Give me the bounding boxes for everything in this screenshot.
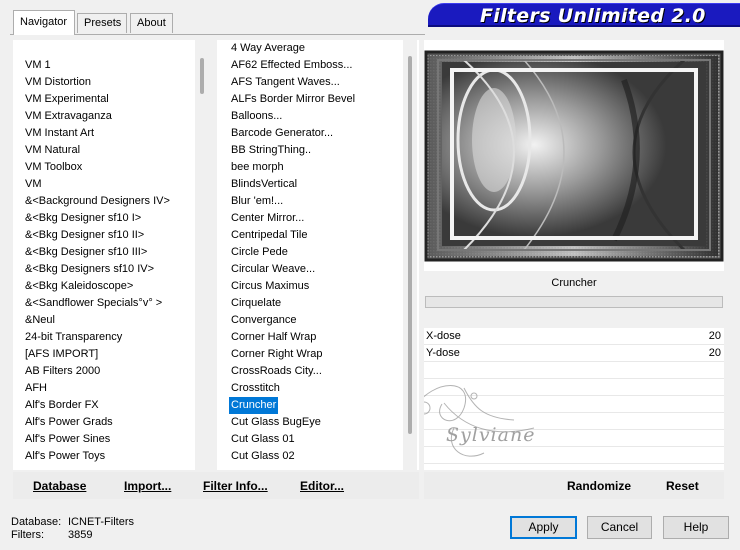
progress-bar (425, 296, 723, 308)
preview-filter-name: Cruncher (551, 277, 597, 289)
tab-navigator[interactable]: Navigator (13, 10, 75, 35)
filter-list-item[interactable]: BlindsVertical (229, 176, 299, 193)
filter-list-item[interactable]: Blur 'em!... (229, 193, 285, 210)
filter-list-item[interactable]: Crosstitch (229, 380, 282, 397)
filter-scrollbar[interactable] (403, 40, 417, 470)
filter-list-item[interactable]: Barcode Generator... (229, 125, 335, 142)
filters-status-value: 3859 (68, 529, 93, 541)
param-row-x-dose[interactable]: X-dose 20 (424, 328, 724, 345)
category-list-item[interactable]: VM Distortion (23, 74, 93, 91)
param-row-y-dose[interactable]: Y-dose 20 (424, 345, 724, 362)
param-label-y-dose: Y-dose (426, 347, 460, 359)
watermark-text: Sylviane (446, 424, 536, 446)
filter-list-item[interactable]: Corner Right Wrap (229, 346, 325, 363)
category-list[interactable]: VM 1 VM Distortion VM Experimental VM Extra… (13, 40, 209, 470)
filter-list-item[interactable]: Center Mirror... (229, 210, 306, 227)
database-status-value: ICNET-Filters (68, 516, 134, 528)
category-list-item[interactable]: 24-bit Transparency (23, 329, 124, 346)
category-list-item[interactable]: Alf's Border FX (23, 397, 101, 414)
database-status-label: Database: (11, 516, 62, 528)
filters-status-label: Filters: (11, 529, 44, 541)
filter-list-item[interactable]: Cut Glass 02 (229, 448, 297, 465)
import-button-label: Import... (124, 479, 172, 493)
filter-list-item[interactable]: Cruncher (229, 397, 279, 414)
filter-info-button-label: Filter Info... (203, 479, 268, 493)
tab-about[interactable]: About (130, 13, 173, 33)
category-list-item[interactable]: &<Bkg Kaleidoscope> (23, 278, 135, 295)
param-value-x-dose[interactable]: 20 (709, 330, 721, 342)
param-label-x-dose: X-dose (426, 330, 461, 342)
category-scroll-thumb[interactable] (200, 58, 204, 94)
database-button-label: Database (33, 479, 87, 493)
param-value-y-dose[interactable]: 20 (709, 347, 721, 359)
filter-scroll-thumb[interactable] (408, 56, 412, 434)
category-list-item[interactable]: AB Filters 2000 (23, 363, 102, 380)
category-list-item[interactable]: VM 1 (23, 57, 53, 74)
randomize-button[interactable]: Randomize (567, 479, 631, 493)
filter-list-item[interactable]: Circle Pede (229, 244, 290, 261)
filter-list-item[interactable]: Corner Half Wrap (229, 329, 318, 346)
watermark-swirl-icon (424, 385, 535, 457)
filter-list-item[interactable]: AFS Tangent Waves... (229, 74, 342, 91)
database-button[interactable]: Database (33, 479, 86, 493)
import-button[interactable]: Import... (124, 479, 171, 493)
preview-panel (424, 40, 724, 271)
category-list-item[interactable]: &<Bkg Designers sf10 IV> (23, 261, 156, 278)
editor-button-label: Editor... (300, 479, 345, 493)
reset-button[interactable]: Reset (666, 479, 699, 493)
tab-presets[interactable]: Presets (77, 13, 127, 33)
filter-list-item[interactable]: Cut Glass 01 (229, 431, 297, 448)
banner-title: Filters Unlimited 2.0 (480, 5, 706, 27)
filter-list-item[interactable]: Circus Maximus (229, 278, 311, 295)
category-list-item[interactable]: &Neul (23, 312, 57, 329)
category-list-item[interactable]: VM Experimental (23, 91, 111, 108)
category-list-item[interactable]: VM Natural (23, 142, 82, 159)
category-list-item[interactable]: Alf's Power Grads (23, 414, 115, 431)
category-list-item[interactable]: AFH (23, 380, 49, 397)
category-list-item[interactable]: &<Bkg Designer sf10 III> (23, 244, 149, 261)
category-list-item[interactable]: [AFS IMPORT] (23, 346, 100, 363)
category-list-item[interactable]: VM Instant Art (23, 125, 96, 142)
filter-info-button[interactable]: Filter Info... (203, 479, 268, 493)
editor-button[interactable]: Editor... (300, 479, 344, 493)
cancel-button[interactable]: Cancel (587, 516, 652, 539)
filter-list-item[interactable]: Centripedal Tile (229, 227, 309, 244)
category-list-item[interactable]: Alf's Power Sines (23, 431, 112, 448)
filter-list-item[interactable]: Convergance (229, 312, 298, 329)
apply-button[interactable]: Apply (510, 516, 577, 539)
category-list-item[interactable]: VM (23, 176, 44, 193)
category-list-item[interactable]: VM Toolbox (23, 159, 84, 176)
category-list-item[interactable]: &<Bkg Designer sf10 I> (23, 210, 143, 227)
category-list-item[interactable]: Alf's Power Toys (23, 448, 107, 465)
filter-list[interactable]: 4 Way Average AF62 Effected Emboss... AFS … (217, 40, 419, 470)
parameter-panel: X-dose 20 Y-dose 20 Sylviane (424, 328, 724, 470)
category-scrollbar[interactable] (195, 40, 209, 470)
filter-list-item[interactable]: BB StringThing.. (229, 142, 313, 159)
filter-list-item[interactable]: 4 Way Average (229, 40, 307, 57)
filter-list-item[interactable]: Cut Glass BugEye (229, 414, 323, 431)
category-list-item[interactable]: &<Bkg Designer sf10 II> (23, 227, 146, 244)
filter-list-item[interactable]: AF62 Effected Emboss... (229, 57, 354, 74)
filter-list-item[interactable]: Circular Weave... (229, 261, 317, 278)
help-button[interactable]: Help (663, 516, 729, 539)
category-list-item[interactable]: &<Sandflower Specials°v° > (23, 295, 164, 312)
filter-list-item[interactable]: ALFs Border Mirror Bevel (229, 91, 357, 108)
filter-list-item[interactable]: Cirquelate (229, 295, 283, 312)
title-banner: Filters Unlimited 2.0 (428, 3, 740, 27)
preview-image (424, 50, 724, 262)
filter-list-item[interactable]: CrossRoads City... (229, 363, 324, 380)
category-list-item[interactable]: &<Background Designers IV> (23, 193, 172, 210)
filter-list-item[interactable]: Balloons... (229, 108, 284, 125)
category-list-item[interactable]: VM Extravaganza (23, 108, 114, 125)
filter-list-item[interactable]: bee morph (229, 159, 286, 176)
